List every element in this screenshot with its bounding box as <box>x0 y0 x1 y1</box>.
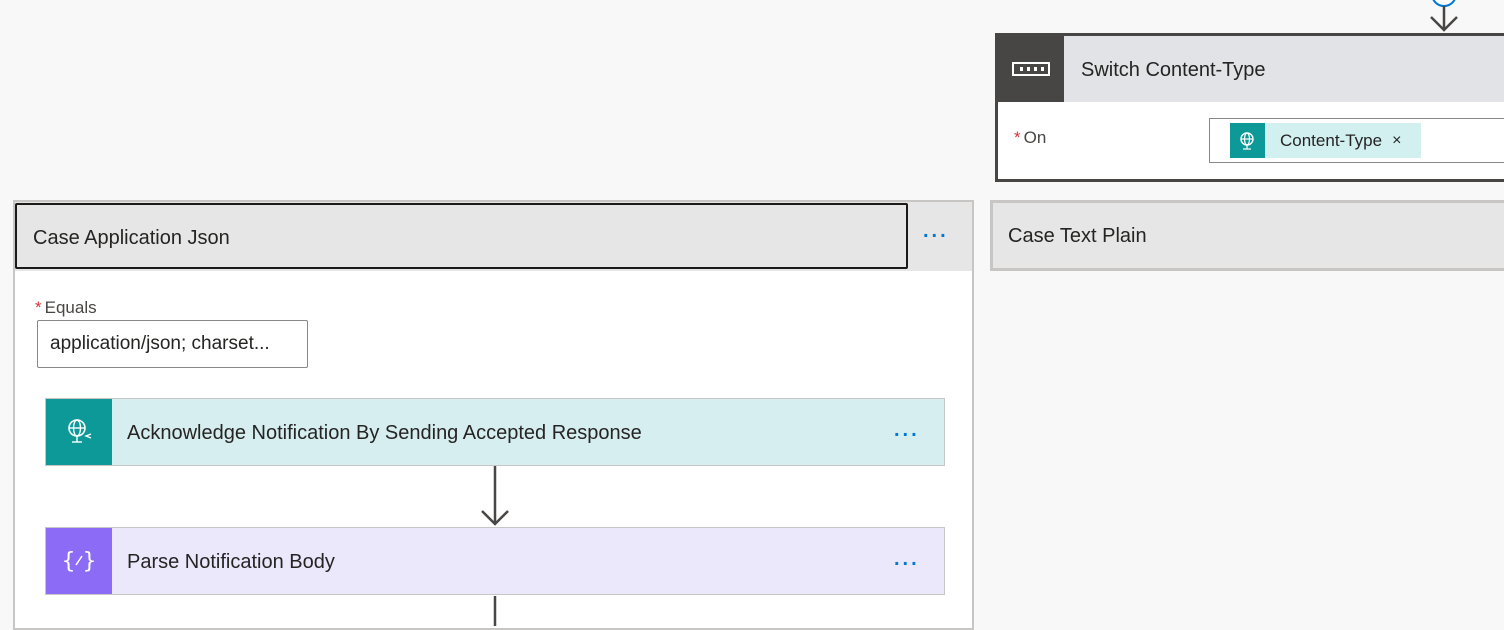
action-more-options-button[interactable]: ... <box>894 548 920 571</box>
case-text-plain-card[interactable]: Case Text Plain <box>990 200 1504 271</box>
switch-title: Switch Content-Type <box>1081 59 1266 81</box>
parse-json-icon: { } <box>46 528 112 594</box>
token-remove-button[interactable]: × <box>1392 132 1401 150</box>
switch-header[interactable]: Switch Content-Type <box>998 36 1504 102</box>
http-request-icon <box>1230 123 1265 158</box>
connector-line <box>493 596 497 626</box>
case-more-options-button[interactable]: ... <box>923 220 949 243</box>
switch-content-type-card[interactable]: Switch Content-Type * On Content-Type × <box>995 33 1504 182</box>
action-title: Parse Notification Body <box>127 551 335 573</box>
connector-arrow <box>481 466 509 526</box>
on-field[interactable]: Content-Type × <box>1209 118 1504 163</box>
action-more-options-button[interactable]: ... <box>894 419 920 442</box>
token-label: Content-Type <box>1280 130 1383 150</box>
content-type-token[interactable]: Content-Type × <box>1230 123 1421 158</box>
case-application-json-header[interactable]: Case Application Json ... <box>15 202 972 271</box>
on-label-text: On <box>1023 128 1047 147</box>
case-title-box[interactable]: Case Application Json <box>15 203 908 269</box>
equals-label: * Equals <box>35 298 97 318</box>
required-marker: * <box>1014 128 1021 147</box>
action-title: Acknowledge Notification By Sending Acce… <box>127 422 642 444</box>
action-acknowledge-notification[interactable]: Acknowledge Notification By Sending Acce… <box>45 398 945 466</box>
case-application-json-card[interactable]: Case Application Json ... * Equals applic… <box>13 200 974 630</box>
switch-icon <box>998 36 1064 102</box>
connector-arrow-top <box>1430 0 1458 32</box>
case-text-plain-title: Case Text Plain <box>1008 225 1147 247</box>
equals-label-text: Equals <box>44 298 97 317</box>
equals-input[interactable]: application/json; charset... <box>37 320 308 368</box>
on-label: * On <box>1014 128 1046 148</box>
action-parse-notification-body[interactable]: { } Parse Notification Body ... <box>45 527 945 595</box>
case-application-json-title: Case Application Json <box>33 227 230 249</box>
http-response-icon <box>46 399 112 465</box>
required-marker: * <box>35 298 42 317</box>
